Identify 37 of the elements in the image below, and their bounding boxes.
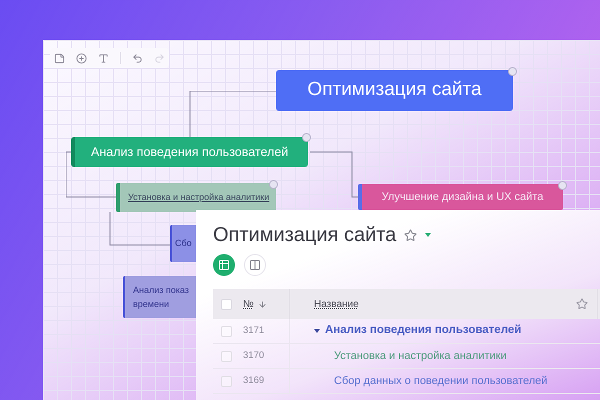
sticky-note-icon[interactable] <box>54 52 65 64</box>
row-number: 3170 <box>243 348 264 363</box>
task-title[interactable]: Анализ поведения пользователей <box>325 322 522 340</box>
sort-arrow-icon[interactable] <box>258 300 267 308</box>
row-checkbox[interactable] <box>221 326 232 336</box>
task-title[interactable]: Установка и настройка аналитики <box>334 348 507 364</box>
kanban-view-button[interactable] <box>244 254 266 276</box>
star-column-icon[interactable] <box>576 298 588 310</box>
expand-caret-icon[interactable] <box>314 328 320 334</box>
columns-icon <box>249 259 261 271</box>
mind-map-node[interactable]: Оптимизация сайта <box>276 70 513 111</box>
undo-icon[interactable] <box>132 52 143 64</box>
text-tool-icon[interactable] <box>98 52 109 64</box>
mind-map-node[interactable]: Сбо <box>170 225 196 262</box>
mind-map-node[interactable]: Установка и настройка аналитики <box>116 183 276 212</box>
node-comment-icon[interactable] <box>508 67 517 76</box>
name-column-header[interactable]: Название <box>314 296 359 312</box>
mind-map-node[interactable]: Анализ поведения пользователей <box>71 137 308 167</box>
row-number: 3169 <box>243 374 264 388</box>
number-column-header[interactable]: № <box>243 296 254 312</box>
node-comment-icon[interactable] <box>269 180 278 189</box>
row-number: 3171 <box>243 324 264 338</box>
board-title: Оптимизация сайта <box>213 223 396 248</box>
plus-circle-icon[interactable] <box>76 52 87 64</box>
mind-map-node[interactable]: Улучшение дизайна и UX сайта <box>358 184 563 210</box>
node-comment-icon[interactable] <box>302 133 311 142</box>
connector-line <box>110 212 170 246</box>
table-view-button[interactable] <box>213 254 235 276</box>
connector-line <box>310 152 358 198</box>
caret-icon[interactable] <box>425 233 432 237</box>
node-comment-icon[interactable] <box>558 181 567 190</box>
task-title[interactable]: Сбор данных о поведении пользователей <box>334 372 548 390</box>
table-icon <box>218 259 230 271</box>
select-all-checkbox[interactable] <box>221 298 232 310</box>
favorite-star-icon[interactable] <box>404 228 418 242</box>
mind-map-node[interactable]: Анализ показ времени <box>123 276 196 318</box>
row-checkbox[interactable] <box>221 350 232 362</box>
